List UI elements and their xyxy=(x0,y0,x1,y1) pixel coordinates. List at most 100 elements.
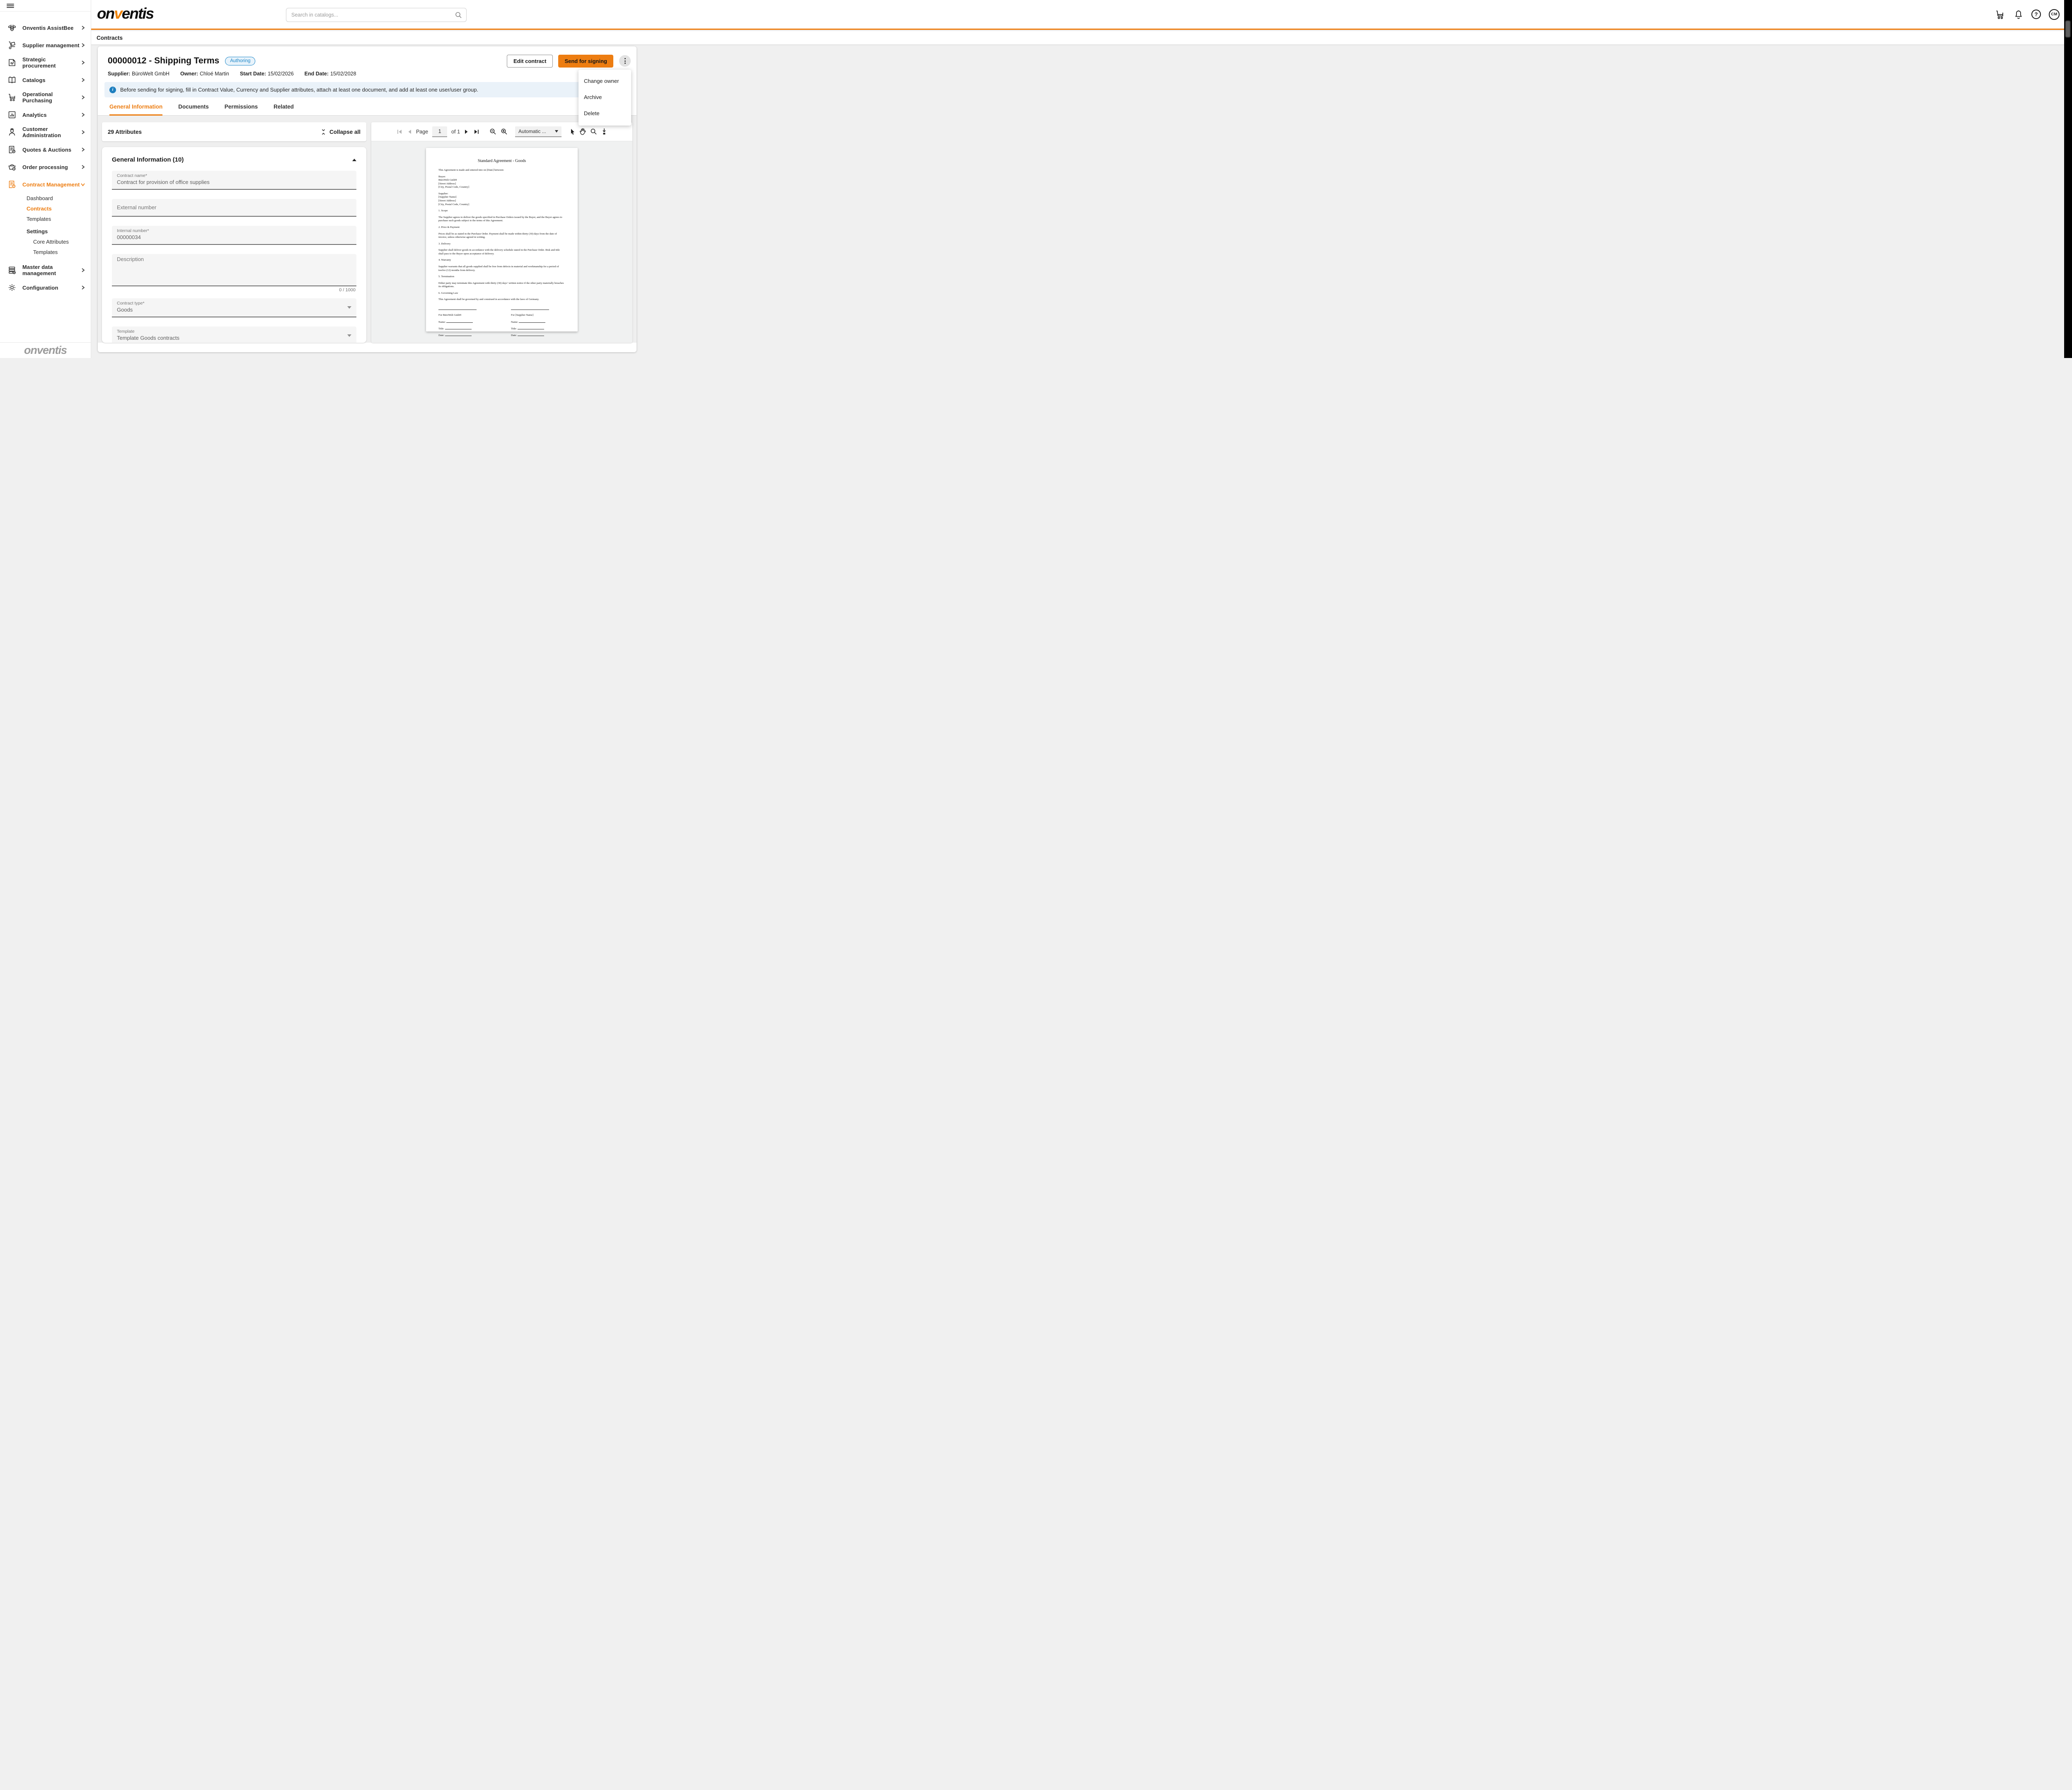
previous-page-icon[interactable] xyxy=(407,129,412,135)
bar-chart-icon xyxy=(7,109,17,120)
sidebar-item-core-attributes[interactable]: Core Attributes xyxy=(27,237,91,247)
internal-number-field[interactable]: Internal number* 00000034 xyxy=(112,226,356,245)
chevron-right-icon xyxy=(80,164,86,170)
send-for-signing-button[interactable]: Send for signing xyxy=(558,55,613,68)
contract-type-select[interactable]: Contract type* Goods xyxy=(112,298,356,317)
pdf-canvas[interactable]: Standard Agreement - Goods This Agreemen… xyxy=(371,141,632,343)
dropdown-arrow-icon xyxy=(555,130,558,133)
download-icon[interactable] xyxy=(601,128,607,135)
sidebar-item-configuration[interactable]: Configuration xyxy=(0,279,91,296)
chevron-right-icon xyxy=(80,129,86,135)
external-number-field[interactable]: External number xyxy=(112,199,356,217)
search-icon[interactable] xyxy=(455,12,462,19)
tab-permissions[interactable]: Permissions xyxy=(225,104,258,115)
hamburger-menu-icon[interactable] xyxy=(7,3,14,9)
sidebar-item-label: Contract Management xyxy=(22,181,80,188)
person-cap-icon xyxy=(7,127,17,138)
top-header: onventis ? CM xyxy=(91,0,2072,30)
collapse-all-button[interactable]: Collapse all xyxy=(321,129,361,135)
sidebar-item-strategic-procurement[interactable]: Strategic procurement xyxy=(0,54,91,71)
breadcrumb-bar: Contracts xyxy=(91,31,2072,45)
sidebar-item-templates[interactable]: Templates xyxy=(27,214,91,224)
tab-bar: General Information Documents Permission… xyxy=(98,104,637,116)
chevron-right-icon xyxy=(80,267,86,273)
attributes-column: 29 Attributes Collapse all General Infor… xyxy=(102,122,366,343)
sidebar-item-order-processing[interactable]: Order processing xyxy=(0,158,91,176)
quote-percent-icon xyxy=(7,144,17,155)
menu-item-archive[interactable]: Archive xyxy=(579,89,631,105)
last-page-icon[interactable] xyxy=(473,129,479,135)
zoom-mode-select[interactable]: Automatic ... xyxy=(515,126,562,137)
edit-contract-button[interactable]: Edit contract xyxy=(507,55,553,68)
chevron-right-icon xyxy=(80,25,86,31)
chevron-right-icon xyxy=(80,285,86,290)
contract-meta: Supplier:BüroWelt GmbH Owner:Chloé Marti… xyxy=(98,67,637,77)
contract-management-submenu: Dashboard Contracts Templates Settings C… xyxy=(0,193,91,257)
sidebar-item-settings[interactable]: Settings xyxy=(27,224,91,237)
page-count: of 1 xyxy=(451,129,460,135)
help-icon[interactable]: ? xyxy=(2031,10,2041,19)
sidebar-item-label: Order processing xyxy=(22,164,80,170)
content-area: 00000012 - Shipping Terms Authoring Edit… xyxy=(91,45,2072,1790)
onventis-logo: onventis xyxy=(97,5,153,22)
sidebar: Onventis AssistBee Supplier management xyxy=(0,0,91,358)
collapse-section-icon[interactable] xyxy=(352,159,356,161)
contract-name-field[interactable]: Contract name* Contract for provision of… xyxy=(112,171,356,190)
general-information-card: General Information (10) Contract name* … xyxy=(102,147,366,343)
search-document-icon[interactable] xyxy=(590,128,597,135)
sidebar-item-settings-templates[interactable]: Templates xyxy=(27,247,91,257)
tab-documents[interactable]: Documents xyxy=(178,104,209,115)
sidebar-item-operational-purchasing[interactable]: Operational Purchasing xyxy=(0,89,91,106)
sidebar-item-contracts[interactable]: Contracts xyxy=(27,203,91,214)
sidebar-item-label: Strategic procurement xyxy=(22,56,80,69)
chevron-right-icon xyxy=(80,147,86,152)
section-title: General Information (10) xyxy=(112,156,184,163)
sidebar-item-customer-administration[interactable]: Customer Administration xyxy=(0,123,91,141)
contract-paragraph-icon: § xyxy=(7,179,17,190)
open-book-icon xyxy=(7,75,17,85)
text-select-tool-icon[interactable] xyxy=(570,128,575,135)
next-page-icon[interactable] xyxy=(464,129,469,135)
description-counter: 0 / 1000 xyxy=(112,288,356,293)
first-page-icon[interactable] xyxy=(397,129,403,135)
chevron-right-icon xyxy=(80,77,86,83)
attributes-header: 29 Attributes Collapse all xyxy=(102,122,366,141)
chevron-right-icon xyxy=(80,112,86,118)
zoom-in-icon[interactable] xyxy=(501,128,508,135)
signature-line xyxy=(438,307,477,310)
sidebar-item-label: Customer Administration xyxy=(22,126,80,138)
sidebar-item-master-data-management[interactable]: Master data management xyxy=(0,261,91,279)
sidebar-item-assistbee[interactable]: Onventis AssistBee xyxy=(0,19,91,36)
sidebar-item-contract-management[interactable]: § Contract Management xyxy=(0,176,91,193)
scrollbar-thumb[interactable] xyxy=(2065,21,2070,37)
hand-tool-icon[interactable] xyxy=(579,128,586,135)
menu-item-delete[interactable]: Delete xyxy=(579,105,631,121)
sidebar-item-analytics[interactable]: Analytics xyxy=(0,106,91,123)
page-number-input[interactable] xyxy=(432,126,447,137)
avatar[interactable]: CM xyxy=(2049,9,2060,20)
sidebar-item-catalogs[interactable]: Catalogs xyxy=(0,71,91,89)
description-field[interactable]: Description xyxy=(112,254,356,286)
catalog-search xyxy=(286,8,467,22)
pdf-page: Standard Agreement - Goods This Agreemen… xyxy=(426,148,578,331)
handshake-document-icon xyxy=(7,57,17,68)
more-actions-menu: Change owner Archive Delete xyxy=(579,70,631,126)
template-select[interactable]: Template Template Goods contracts xyxy=(112,327,356,343)
gear-icon xyxy=(7,282,17,293)
menu-item-change-owner[interactable]: Change owner xyxy=(579,73,631,89)
cart-icon[interactable] xyxy=(1995,9,2006,20)
bee-icon xyxy=(7,22,17,33)
signature-for: For BüroWelt GmbH xyxy=(438,314,495,317)
svg-text:§: § xyxy=(13,186,15,188)
sidebar-item-dashboard[interactable]: Dashboard xyxy=(27,193,91,203)
basket-clock-icon xyxy=(7,162,17,172)
page-label: Page xyxy=(416,129,428,135)
bell-icon[interactable] xyxy=(2014,10,2024,19)
zoom-out-icon[interactable] xyxy=(489,128,496,135)
sidebar-item-supplier-management[interactable]: Supplier management xyxy=(0,36,91,54)
tab-general-information[interactable]: General Information xyxy=(109,104,162,116)
search-input[interactable] xyxy=(286,12,455,18)
more-actions-button[interactable] xyxy=(619,55,631,67)
sidebar-item-quotes-auctions[interactable]: Quotes & Auctions xyxy=(0,141,91,158)
tab-related[interactable]: Related xyxy=(274,104,294,115)
